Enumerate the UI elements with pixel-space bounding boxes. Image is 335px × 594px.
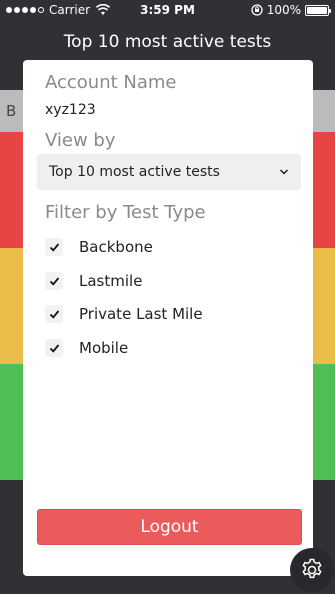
filter-checkbox[interactable] <box>45 238 63 256</box>
filter-checkbox[interactable] <box>45 305 63 323</box>
filter-item-backbone[interactable]: Backbone <box>45 236 153 258</box>
filter-label: Backbone <box>79 238 153 256</box>
status-bar: Carrier 3:59 PM 100% <box>0 0 335 20</box>
carrier-name: Carrier <box>49 3 91 17</box>
filter-item-private-last-mile[interactable]: Private Last Mile <box>45 303 203 325</box>
wifi-icon <box>96 4 111 15</box>
filter-checkbox[interactable] <box>45 272 63 290</box>
gear-icon <box>302 558 322 579</box>
view-by-dropdown[interactable]: Top 10 most active tests <box>37 154 301 190</box>
view-by-selected: Top 10 most active tests <box>49 164 220 180</box>
filter-checkbox[interactable] <box>45 339 63 357</box>
check-icon <box>49 309 59 319</box>
background-bar-text: B <box>6 102 17 120</box>
filter-label: Lastmile <box>79 272 143 290</box>
account-name-value: xyz123 <box>45 102 96 118</box>
filter-label: Mobile <box>79 339 129 357</box>
status-time: 3:59 PM <box>140 3 195 17</box>
chevron-down-icon <box>279 169 289 175</box>
signal-strength-icon <box>6 7 44 13</box>
settings-button[interactable] <box>290 548 334 592</box>
filter-by-type-label: Filter by Test Type <box>45 202 206 223</box>
check-icon <box>49 242 59 252</box>
page-title: Top 10 most active tests <box>63 32 272 52</box>
filter-item-lastmile[interactable]: Lastmile <box>45 270 142 292</box>
rotation-lock-icon <box>251 4 263 16</box>
logout-button[interactable]: Logout <box>37 509 302 545</box>
settings-panel: Account Name xyz123 View by Top 10 most … <box>23 60 313 576</box>
check-icon <box>49 343 59 353</box>
account-name-label: Account Name <box>45 72 177 93</box>
view-by-label: View by <box>45 130 116 151</box>
check-icon <box>49 276 59 286</box>
filter-label: Private Last Mile <box>79 305 203 323</box>
filter-item-mobile[interactable]: Mobile <box>45 337 128 359</box>
battery-percentage: 100% <box>266 3 301 17</box>
battery-icon <box>305 4 331 16</box>
